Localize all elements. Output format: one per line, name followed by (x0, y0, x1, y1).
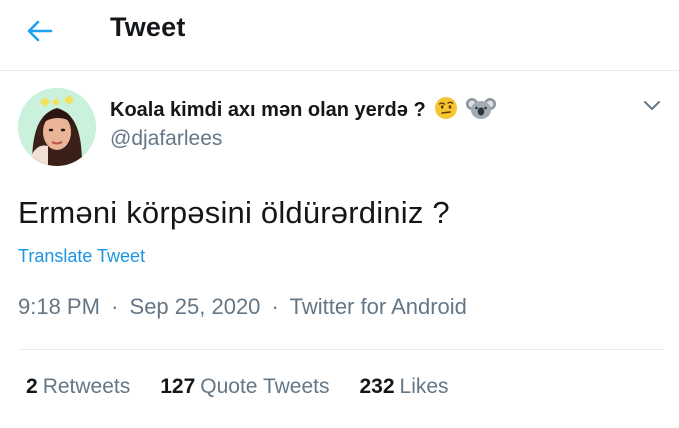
author-handle[interactable]: @djafarlees (110, 127, 222, 151)
quote-tweets-count: 127 (160, 375, 196, 398)
avatar[interactable] (18, 88, 96, 166)
tweet-stats: 2 Retweets 127 Quote Tweets 232 Likes (26, 375, 479, 399)
tweet-source[interactable]: Twitter for Android (290, 294, 467, 319)
chevron-down-icon (644, 101, 660, 110)
raised-eyebrow-face-emoji (434, 96, 458, 125)
back-button[interactable] (22, 14, 56, 48)
retweets-stat[interactable]: 2 Retweets (26, 375, 130, 399)
meta-separator: · (271, 294, 279, 319)
retweets-count: 2 (26, 375, 38, 398)
avatar-image (18, 88, 96, 166)
koala-emoji (465, 96, 496, 125)
likes-stat[interactable]: 232 Likes (359, 375, 448, 399)
divider (18, 349, 664, 350)
author-name: Koala kimdi axı mən olan yerdə ? (110, 99, 426, 121)
quote-tweets-stat[interactable]: 127 Quote Tweets (160, 375, 329, 399)
likes-label: Likes (399, 375, 449, 398)
tweet-meta: 9:18 PM · Sep 25, 2020 · Twitter for And… (18, 294, 467, 320)
tweet-time[interactable]: 9:18 PM (18, 294, 100, 319)
meta-separator: · (111, 294, 119, 319)
header-bar: Tweet (0, 0, 679, 71)
author-name-row[interactable]: Koala kimdi axı mən olan yerdə ? (110, 96, 496, 125)
tweet-text: Erməni körpəsini öldürərdiniz ? (18, 195, 450, 230)
arrow-left-icon (27, 20, 53, 42)
likes-count: 232 (359, 375, 395, 398)
translate-tweet-link[interactable]: Translate Tweet (18, 246, 145, 267)
retweets-label: Retweets (42, 375, 131, 398)
tweet-date[interactable]: Sep 25, 2020 (130, 294, 261, 319)
quote-tweets-label: Quote Tweets (200, 375, 330, 398)
tweet-menu-button[interactable] (640, 94, 664, 118)
page-title: Tweet (110, 12, 186, 42)
